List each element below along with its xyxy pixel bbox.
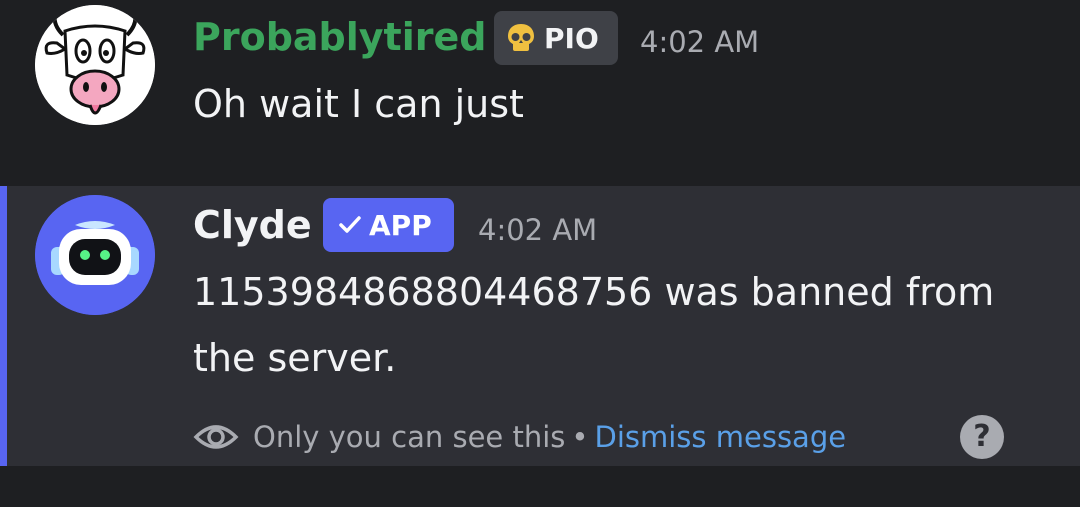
- app-tag[interactable]: APP: [323, 198, 454, 252]
- role-tag[interactable]: PIO: [494, 11, 618, 65]
- timestamp[interactable]: 4:02 AM: [478, 210, 597, 250]
- cow-icon: [35, 5, 155, 125]
- author-name[interactable]: Probablytired: [193, 14, 486, 60]
- author-name[interactable]: Clyde: [193, 202, 312, 248]
- timestamp[interactable]: 4:02 AM: [640, 22, 759, 62]
- message-content: Oh wait I can just: [193, 82, 524, 126]
- ephemeral-accent-bar: [0, 186, 7, 466]
- role-tag-label: PIO: [544, 21, 599, 55]
- ephemeral-note: Only you can see this: [253, 420, 566, 454]
- help-icon[interactable]: ?: [960, 415, 1004, 459]
- message-probablytired: Probablytired PIO 4:02 AM Oh wait I can …: [0, 0, 1080, 186]
- message-content: 1153984868804468756 was banned from the …: [193, 270, 995, 380]
- clyde-robot-avatar[interactable]: [35, 195, 155, 315]
- separator-dot: •: [571, 420, 589, 454]
- robot-icon: [35, 195, 155, 315]
- dismiss-message-link[interactable]: Dismiss message: [595, 420, 847, 454]
- message-clyde: Clyde APP 4:02 AM 1153984868804468756 wa…: [0, 186, 1080, 466]
- checkmark-icon: [339, 216, 361, 233]
- app-tag-label: APP: [369, 208, 432, 242]
- skull-icon: [508, 24, 534, 51]
- ephemeral-notice: Only you can see this • Dismiss message: [193, 416, 846, 458]
- eye-icon: [193, 425, 239, 449]
- cow-avatar[interactable]: [35, 5, 155, 125]
